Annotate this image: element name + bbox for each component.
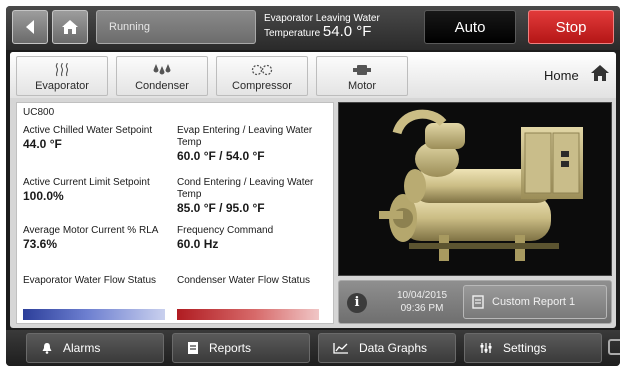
- uc800-data-panel: UC800 Active Chilled Water Setpoint 44.0…: [16, 102, 334, 324]
- chiller-image: [338, 102, 612, 276]
- home-link[interactable]: Home: [544, 68, 579, 83]
- sliders-icon: [480, 343, 492, 353]
- back-button[interactable]: [12, 10, 48, 44]
- tab-evaporator[interactable]: Evaporator: [16, 56, 108, 96]
- data-cell: Frequency Command 60.0 Hz: [177, 225, 329, 252]
- info-icon[interactable]: i: [347, 293, 367, 313]
- data-cell: Average Motor Current % RLA 73.6%: [23, 225, 175, 252]
- data-cell: Evaporator Water Flow Status: [23, 275, 175, 287]
- app-window: Running Evaporator Leaving Water Tempera…: [6, 6, 620, 366]
- cell-label: Active Current Limit Setpoint: [23, 177, 150, 188]
- tab-motor[interactable]: Motor: [316, 56, 408, 96]
- compressor-icon: [251, 64, 273, 76]
- cell-value: 60.0 °F / 54.0 °F: [177, 149, 265, 163]
- auto-button[interactable]: Auto: [424, 10, 516, 44]
- custom-report-label: Custom Report 1: [492, 296, 576, 308]
- evaporator-flow-status-bar: [23, 309, 165, 320]
- alarms-button[interactable]: Alarms: [26, 333, 164, 363]
- evap-temp-label-line2: Temperature: [264, 28, 321, 39]
- main-panel: Evaporator Condenser Compressor Motor Ho…: [10, 52, 616, 328]
- bell-icon: [42, 343, 52, 354]
- tab-condenser[interactable]: Condenser: [116, 56, 208, 96]
- condenser-flow-status-bar: [177, 309, 319, 320]
- tab-motor-label: Motor: [347, 80, 377, 92]
- run-status: Running: [96, 10, 256, 44]
- cell-value: 73.6%: [23, 237, 58, 251]
- cell-label: Evaporator Water Flow Status: [23, 275, 157, 286]
- component-tab-bar: Evaporator Condenser Compressor Motor Ho…: [10, 52, 616, 98]
- cell-label: Active Chilled Water Setpoint: [23, 125, 153, 136]
- bottom-nav: Alarms Reports Data Graphs Settings: [6, 330, 620, 366]
- cell-value: 85.0 °F / 95.0 °F: [177, 201, 265, 215]
- datetime: 10/04/2015 09:36 PM: [385, 289, 459, 315]
- time: 09:36 PM: [400, 303, 444, 314]
- data-cell: Evap Entering / Leaving Water Temp 60.0 …: [177, 125, 329, 164]
- report-icon: [188, 342, 198, 354]
- chat-icon[interactable]: [608, 339, 620, 355]
- evap-temp-value: 54.0 °F: [322, 23, 372, 40]
- tab-compressor-label: Compressor: [232, 80, 292, 92]
- cell-label: Average Motor Current % RLA: [23, 225, 159, 236]
- settings-label: Settings: [503, 341, 547, 355]
- cell-label: Cond Entering / Leaving Water Temp: [177, 177, 314, 200]
- cell-label: Condenser Water Flow Status: [177, 275, 311, 286]
- data-cell: Cond Entering / Leaving Water Temp 85.0 …: [177, 177, 329, 216]
- reports-button[interactable]: Reports: [172, 333, 310, 363]
- tab-evaporator-label: Evaporator: [35, 80, 89, 92]
- chart-icon: [333, 343, 348, 354]
- home-icon[interactable]: [590, 64, 610, 82]
- cell-value: 44.0 °F: [23, 137, 62, 151]
- data-cell: Active Current Limit Setpoint 100.0%: [23, 177, 175, 204]
- cell-value: 100.0%: [23, 189, 64, 203]
- condenser-icon: [153, 64, 171, 75]
- cell-label: Evap Entering / Leaving Water Temp: [177, 125, 313, 148]
- stop-button[interactable]: Stop: [528, 10, 614, 44]
- settings-button[interactable]: Settings: [464, 333, 602, 363]
- report-icon: [472, 295, 484, 309]
- data-graphs-button[interactable]: Data Graphs: [318, 333, 456, 363]
- data-graphs-label: Data Graphs: [359, 341, 428, 355]
- back-arrow-icon: [26, 20, 34, 34]
- cell-value: 60.0 Hz: [177, 237, 219, 251]
- data-cell: Active Chilled Water Setpoint 44.0 °F: [23, 125, 175, 152]
- tab-compressor[interactable]: Compressor: [216, 56, 308, 96]
- tab-condenser-label: Condenser: [135, 80, 189, 92]
- custom-report-button[interactable]: Custom Report 1: [463, 285, 607, 319]
- cell-label: Frequency Command: [177, 225, 274, 236]
- home-icon: [62, 20, 78, 34]
- evap-leaving-temp-readout: Evaporator Leaving Water Temperature 54.…: [264, 12, 380, 40]
- top-bar: Running Evaporator Leaving Water Tempera…: [6, 6, 620, 50]
- evaporator-icon: [55, 63, 69, 77]
- date: 10/04/2015: [396, 290, 448, 301]
- data-cell: Condenser Water Flow Status: [177, 275, 329, 287]
- home-button[interactable]: [52, 10, 88, 44]
- reports-label: Reports: [209, 341, 252, 355]
- chiller-illustration: [379, 109, 583, 261]
- alarms-label: Alarms: [63, 341, 101, 355]
- motor-icon: [353, 65, 371, 75]
- info-bar: i 10/04/2015 09:36 PM Custom Report 1: [338, 280, 612, 324]
- panel-title: UC800: [23, 107, 55, 118]
